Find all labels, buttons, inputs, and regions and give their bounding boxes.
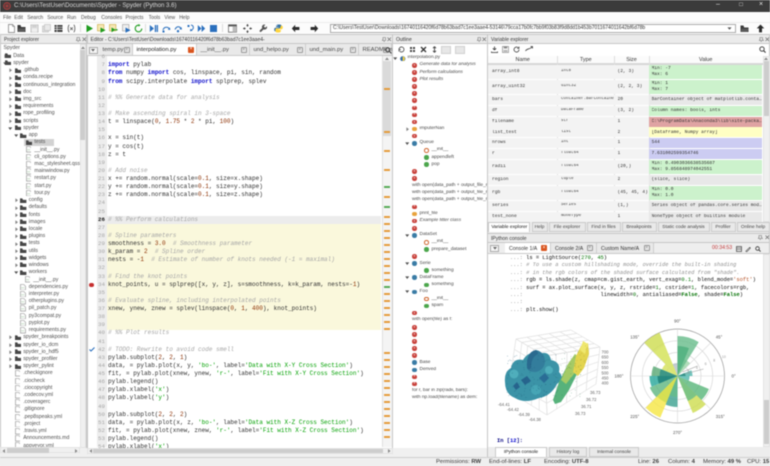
svg-text:36.71: 36.71 <box>581 404 592 409</box>
svg-text:270°: 270° <box>673 430 682 435</box>
svg-text:36.73: 36.73 <box>590 390 601 395</box>
svg-text:36.73: 36.73 <box>575 411 586 416</box>
svg-text:400: 400 <box>602 381 610 386</box>
svg-text:225°: 225° <box>630 414 639 419</box>
svg-text:36.72: 36.72 <box>586 397 597 402</box>
svg-text:315°: 315° <box>716 414 725 419</box>
svg-text:2: 2 <box>687 369 689 373</box>
svg-text:-64.38: -64.38 <box>529 417 542 422</box>
svg-text:90°: 90° <box>674 319 681 324</box>
svg-text:135°: 135° <box>630 334 639 339</box>
svg-text:10: 10 <box>722 355 726 359</box>
svg-text:8: 8 <box>713 359 715 363</box>
svg-text:180°: 180° <box>614 374 623 379</box>
svg-text:45°: 45° <box>716 334 723 339</box>
svg-text:4: 4 <box>696 366 698 370</box>
svg-text:6: 6 <box>705 362 707 366</box>
svg-text:0°: 0° <box>732 374 736 379</box>
